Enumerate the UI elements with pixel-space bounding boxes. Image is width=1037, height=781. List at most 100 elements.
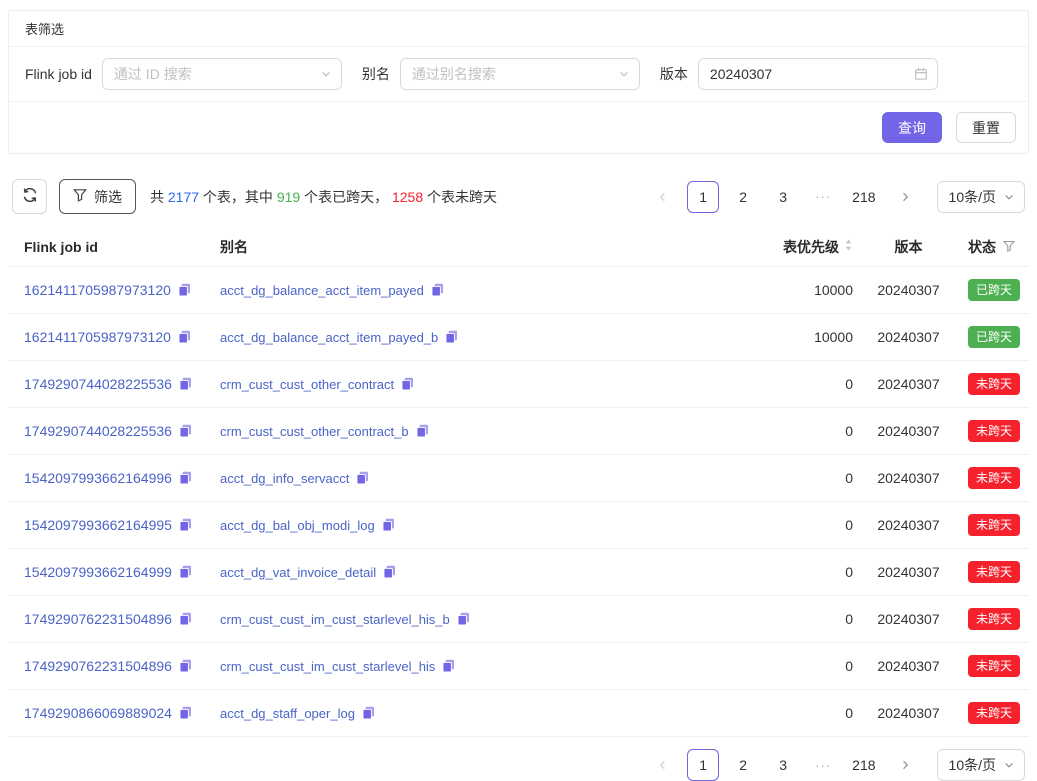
priority-cell: 0	[760, 361, 865, 408]
alias-link[interactable]: acct_dg_balance_acct_item_payed_b	[220, 330, 438, 345]
flink-job-id-link[interactable]: 1542097993662164995	[24, 517, 172, 533]
tables-table: Flink job id 别名 表优先级 版本 状态	[8, 228, 1029, 737]
flink-job-id-link[interactable]: 1542097993662164999	[24, 564, 172, 580]
page-button-2[interactable]: 2	[727, 181, 759, 213]
version-cell: 20240307	[865, 502, 952, 549]
table-row: 1621411705987973120 acct_dg_balance_acct…	[8, 314, 1029, 361]
reset-button[interactable]: 重置	[956, 112, 1016, 143]
alias-link[interactable]: acct_dg_staff_oper_log	[220, 706, 355, 721]
table-section: Flink job id 别名 表优先级 版本 状态	[8, 228, 1029, 737]
copy-icon[interactable]	[179, 518, 192, 532]
copy-icon[interactable]	[179, 612, 192, 626]
refresh-icon	[22, 187, 38, 206]
page-ellipsis[interactable]: ···	[807, 749, 839, 781]
flink-job-id-link[interactable]: 1749290866069889024	[24, 705, 172, 721]
copy-icon[interactable]	[362, 706, 375, 720]
table-body: 1621411705987973120 acct_dg_balance_acct…	[8, 267, 1029, 737]
copy-icon[interactable]	[442, 659, 455, 673]
flink-job-id-placeholder: 通过 ID 搜索	[114, 64, 192, 84]
flink-job-id-link[interactable]: 1749290744028225536	[24, 423, 172, 439]
priority-cell: 0	[760, 549, 865, 596]
copy-icon[interactable]	[179, 706, 192, 720]
funnel-icon	[73, 188, 87, 205]
refresh-button[interactable]	[12, 179, 47, 214]
next-page-button[interactable]	[889, 181, 921, 213]
version-cell: 20240307	[865, 455, 952, 502]
flink-job-id-link[interactable]: 1749290762231504896	[24, 658, 172, 674]
alias-link[interactable]: acct_dg_balance_acct_item_payed	[220, 283, 424, 298]
page-button-1[interactable]: 1	[687, 181, 719, 213]
page-button-last[interactable]: 218	[847, 749, 880, 781]
copy-icon[interactable]	[431, 283, 444, 297]
status-badge: 未跨天	[968, 702, 1020, 724]
bottom-pagination-row: 1 2 3 ··· 218 10条/页	[8, 749, 1029, 781]
alias-select[interactable]: 通过别名搜索	[400, 58, 640, 90]
flink-job-id-link[interactable]: 1749290744028225536	[24, 376, 172, 392]
status-badge: 已跨天	[968, 279, 1020, 301]
page-button-1[interactable]: 1	[687, 749, 719, 781]
alias-link[interactable]: acct_dg_info_servacct	[220, 471, 349, 486]
total-count: 2177	[168, 189, 199, 205]
copy-icon[interactable]	[445, 330, 458, 344]
table-row: 1542097993662164995 acct_dg_bal_obj_modi…	[8, 502, 1029, 549]
status-badge: 未跨天	[968, 608, 1020, 630]
copy-icon[interactable]	[457, 612, 470, 626]
flink-job-id-link[interactable]: 1749290762231504896	[24, 611, 172, 627]
prev-page-button[interactable]	[647, 749, 679, 781]
alias-link[interactable]: crm_cust_cust_other_contract	[220, 377, 394, 392]
summary-part4: 个表未跨天	[423, 189, 497, 205]
priority-cell: 10000	[760, 314, 865, 361]
version-date-input[interactable]: 20240307	[698, 58, 938, 90]
page-size-select[interactable]: 10条/页	[937, 749, 1025, 781]
page-button-3[interactable]: 3	[767, 749, 799, 781]
flink-job-id-link[interactable]: 1621411705987973120	[24, 282, 171, 298]
copy-icon[interactable]	[383, 565, 396, 579]
copy-icon[interactable]	[178, 283, 191, 297]
copy-icon[interactable]	[382, 518, 395, 532]
priority-cell: 10000	[760, 267, 865, 314]
page-ellipsis[interactable]: ···	[807, 181, 839, 213]
flink-job-id-link[interactable]: 1542097993662164996	[24, 470, 172, 486]
alias-link[interactable]: crm_cust_cust_im_cust_starlevel_his	[220, 659, 435, 674]
flink-job-id-select[interactable]: 通过 ID 搜索	[102, 58, 342, 90]
flink-job-id-label: Flink job id	[25, 66, 92, 82]
prev-page-button[interactable]	[647, 181, 679, 213]
chevron-down-icon	[320, 68, 332, 80]
copy-icon[interactable]	[179, 659, 192, 673]
copy-icon[interactable]	[179, 565, 192, 579]
table-header-row: Flink job id 别名 表优先级 版本 状态	[8, 228, 1029, 267]
table-row: 1749290762231504896 crm_cust_cust_im_cus…	[8, 643, 1029, 690]
copy-icon[interactable]	[178, 330, 191, 344]
page-button-2[interactable]: 2	[727, 749, 759, 781]
copy-icon[interactable]	[401, 377, 414, 391]
query-button[interactable]: 查询	[882, 112, 942, 143]
header-priority-label: 表优先级	[783, 237, 839, 257]
page-size-select[interactable]: 10条/页	[937, 181, 1025, 213]
filter-funnel-icon[interactable]	[1003, 237, 1015, 257]
table-row: 1749290744028225536 crm_cust_cust_other_…	[8, 361, 1029, 408]
header-status: 状态	[952, 228, 1029, 267]
pagination-bottom: 1 2 3 ··· 218 10条/页	[647, 749, 1025, 781]
alias-link[interactable]: acct_dg_bal_obj_modi_log	[220, 518, 375, 533]
copy-icon[interactable]	[356, 471, 369, 485]
sort-icon[interactable]	[844, 237, 853, 257]
filter-fields-row: Flink job id 通过 ID 搜索 别名 通过别名搜索 版本 20240…	[9, 47, 1028, 102]
copy-icon[interactable]	[179, 471, 192, 485]
next-page-button[interactable]	[889, 749, 921, 781]
alias-label: 别名	[362, 64, 390, 84]
version-cell: 20240307	[865, 596, 952, 643]
copy-icon[interactable]	[416, 424, 429, 438]
filter-panel-title: 表筛选	[9, 11, 1028, 47]
alias-link[interactable]: acct_dg_vat_invoice_detail	[220, 565, 376, 580]
page-button-last[interactable]: 218	[847, 181, 880, 213]
priority-cell: 0	[760, 596, 865, 643]
alias-link[interactable]: crm_cust_cust_other_contract_b	[220, 424, 409, 439]
copy-icon[interactable]	[179, 424, 192, 438]
status-badge: 已跨天	[968, 326, 1020, 348]
copy-icon[interactable]	[179, 377, 192, 391]
page-button-3[interactable]: 3	[767, 181, 799, 213]
filter-button[interactable]: 筛选	[59, 179, 136, 214]
flink-job-id-link[interactable]: 1621411705987973120	[24, 329, 171, 345]
summary-part1: 共	[150, 189, 168, 205]
alias-link[interactable]: crm_cust_cust_im_cust_starlevel_his_b	[220, 612, 450, 627]
